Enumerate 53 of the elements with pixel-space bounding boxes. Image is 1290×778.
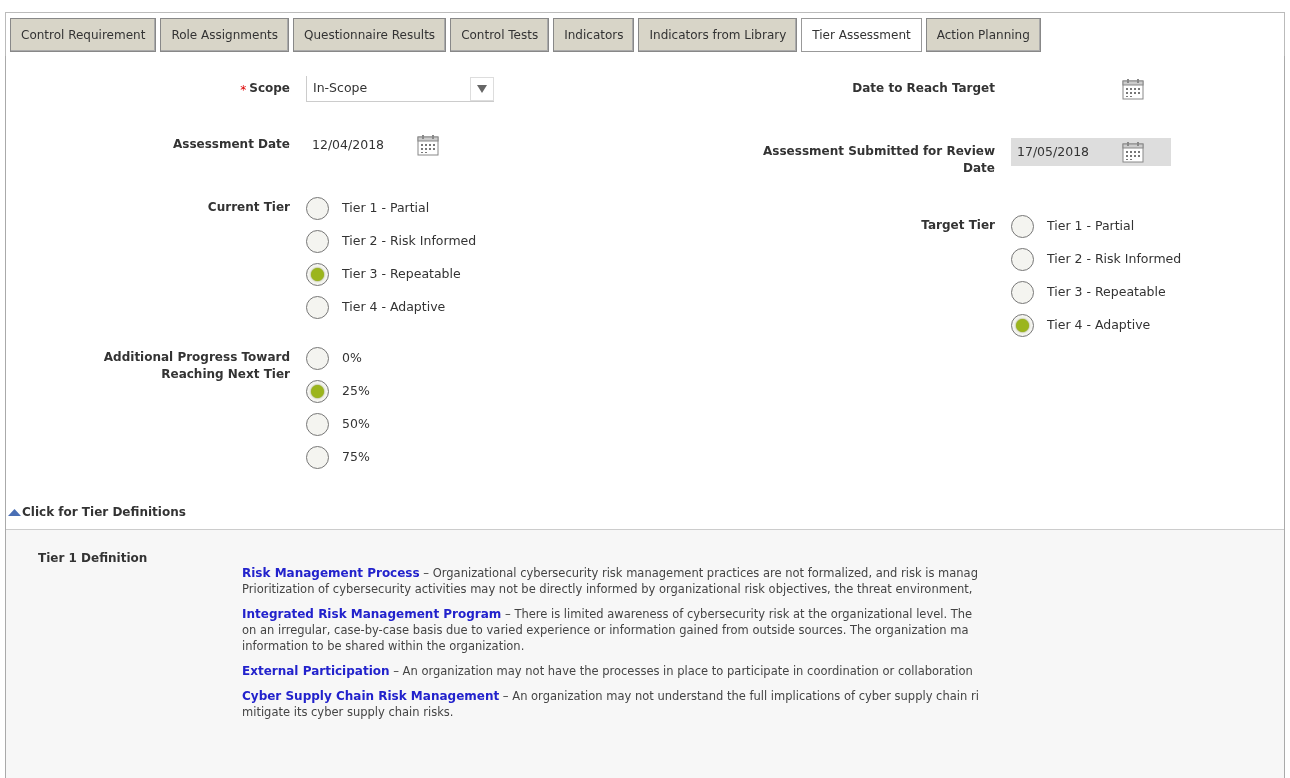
field-label: Date to Reach Target bbox=[852, 80, 995, 97]
radio-label[interactable]: Tier 4 - Adaptive bbox=[1047, 316, 1151, 335]
radio-button[interactable] bbox=[1011, 281, 1034, 304]
radio-button[interactable] bbox=[1011, 215, 1034, 238]
field-label: Assessment Date bbox=[172, 136, 290, 153]
field-label: Additional Progress Toward Reaching Next Tier bbox=[102, 349, 290, 383]
tab[interactable]: Control Tests bbox=[450, 18, 550, 52]
tab[interactable]: Role Assignments bbox=[160, 18, 289, 52]
radio-button[interactable] bbox=[306, 413, 329, 436]
radio-button[interactable] bbox=[1011, 314, 1034, 337]
radio-label[interactable]: Tier 3 - Repeatable bbox=[1047, 283, 1166, 302]
tab[interactable]: Questionnaire Results bbox=[292, 18, 447, 52]
radio-button[interactable] bbox=[306, 263, 329, 286]
field-label: Current Tier bbox=[207, 199, 290, 216]
radio-button[interactable] bbox=[1011, 248, 1034, 271]
radio-button[interactable] bbox=[306, 230, 329, 253]
radio-button[interactable] bbox=[306, 347, 329, 370]
tab[interactable]: Indicators from Library bbox=[638, 18, 798, 52]
radio-button[interactable] bbox=[306, 197, 329, 220]
calendar-icon[interactable] bbox=[416, 133, 440, 157]
radio-label[interactable]: Tier 1 - Partial bbox=[342, 199, 430, 218]
tier-definitions-toggle[interactable]: Click for Tier Definitions bbox=[8, 503, 1284, 521]
radio-label[interactable]: Tier 3 - Repeatable bbox=[342, 265, 461, 284]
definition-label: Tier 1 Definition bbox=[38, 551, 148, 565]
radio-label[interactable]: Tier 2 - Risk Informed bbox=[342, 232, 477, 251]
calendar-icon[interactable] bbox=[1121, 140, 1145, 164]
scope-dropdown[interactable]: In-Scope bbox=[306, 76, 494, 102]
radio-button[interactable] bbox=[306, 380, 329, 403]
date-field[interactable]: 12/04/2018 bbox=[306, 135, 416, 155]
radio-button[interactable] bbox=[306, 446, 329, 469]
definition-paragraph: Cyber Supply Chain Risk Management – An organization may not understand the full implications of cyber supply chain ri mitigate its cyber supply chain risks. bbox=[242, 688, 979, 720]
required-asterisk: * bbox=[240, 82, 247, 99]
definition-paragraph: Integrated Risk Management Program – There is limited awareness of cybersecurity risk at the organizational level. The on an irregular, case-by-case basis due to varied experience or information gained from outside sources. The organization ma information to be shared within the organization. bbox=[242, 606, 974, 654]
field-label: Target Tier bbox=[921, 217, 995, 234]
dropdown-caret-icon[interactable] bbox=[470, 76, 494, 101]
calendar-icon[interactable] bbox=[1121, 77, 1145, 101]
definition-paragraph: External Participation – An organization may not have the processes in place to participate in coordination or collaboration bbox=[242, 663, 974, 679]
field-label: Assessment Submitted for Review Date bbox=[762, 143, 995, 177]
radio-label[interactable]: Tier 1 - Partial bbox=[1047, 217, 1135, 236]
radio-label[interactable]: Tier 2 - Risk Informed bbox=[1047, 250, 1182, 269]
tab[interactable]: Tier Assessment bbox=[801, 18, 922, 52]
tab[interactable]: Indicators bbox=[553, 18, 635, 52]
field-label: Scope bbox=[249, 80, 290, 97]
radio-label[interactable]: 0% bbox=[342, 349, 362, 368]
radio-label[interactable]: 25% bbox=[342, 382, 370, 401]
radio-label[interactable]: 50% bbox=[342, 415, 370, 434]
tab[interactable]: Control Requirement bbox=[10, 18, 157, 52]
tab[interactable]: Action Planning bbox=[925, 18, 1041, 52]
collapse-triangle-icon[interactable] bbox=[8, 508, 21, 516]
radio-label[interactable]: Tier 4 - Adaptive bbox=[342, 298, 446, 317]
radio-label[interactable]: 75% bbox=[342, 448, 370, 467]
radio-button[interactable] bbox=[306, 296, 329, 319]
definition-paragraph: Risk Management Process – Organizational cybersecurity risk management practices are not formalized, and risk is manag Prioritization of cybersecurity activities may not be directly informed by organizational risk objectives, the threat environment, bbox=[242, 565, 979, 597]
